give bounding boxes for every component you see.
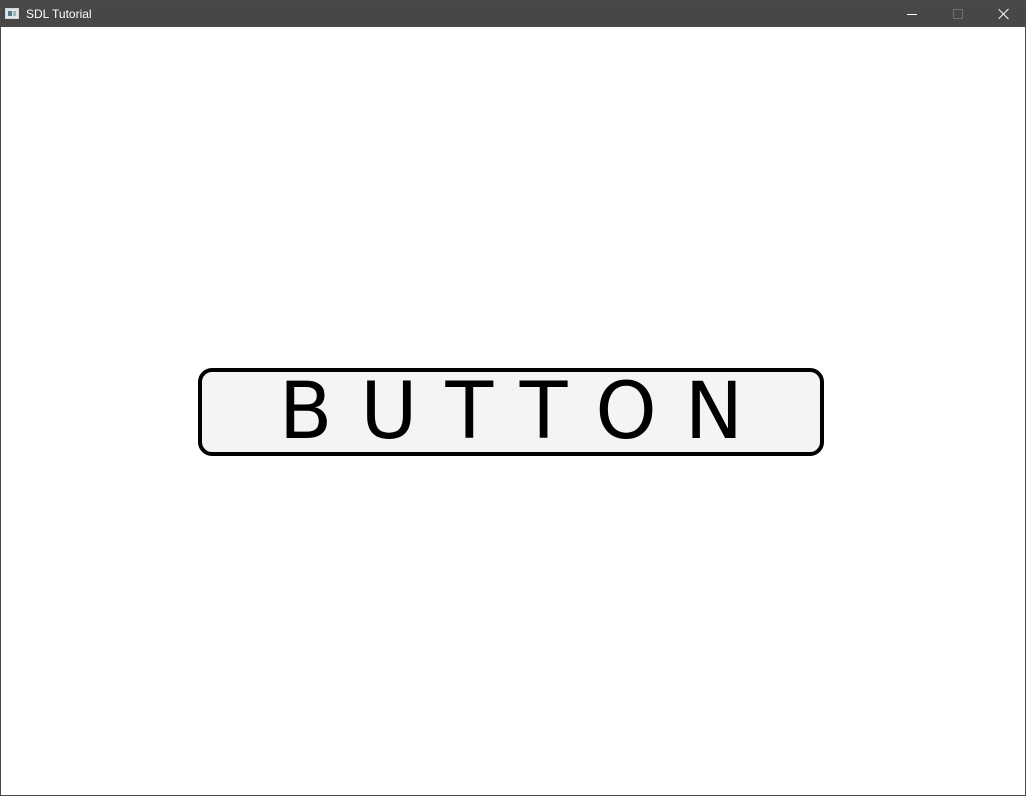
minimize-button[interactable] [889,1,935,27]
close-button[interactable] [981,1,1026,27]
window-title: SDL Tutorial [26,7,92,21]
button-label: BUTTON [278,367,772,457]
close-icon [998,8,1010,20]
minimize-icon [907,14,917,15]
maximize-icon [953,9,963,19]
sdl-window: SDL Tutorial BUTTON [0,0,1026,796]
maximize-button[interactable] [935,1,981,27]
main-button[interactable]: BUTTON [198,368,824,456]
render-area: BUTTON [1,27,1025,795]
title-bar[interactable]: SDL Tutorial [1,1,1025,27]
sdl-window-icon [5,8,19,19]
